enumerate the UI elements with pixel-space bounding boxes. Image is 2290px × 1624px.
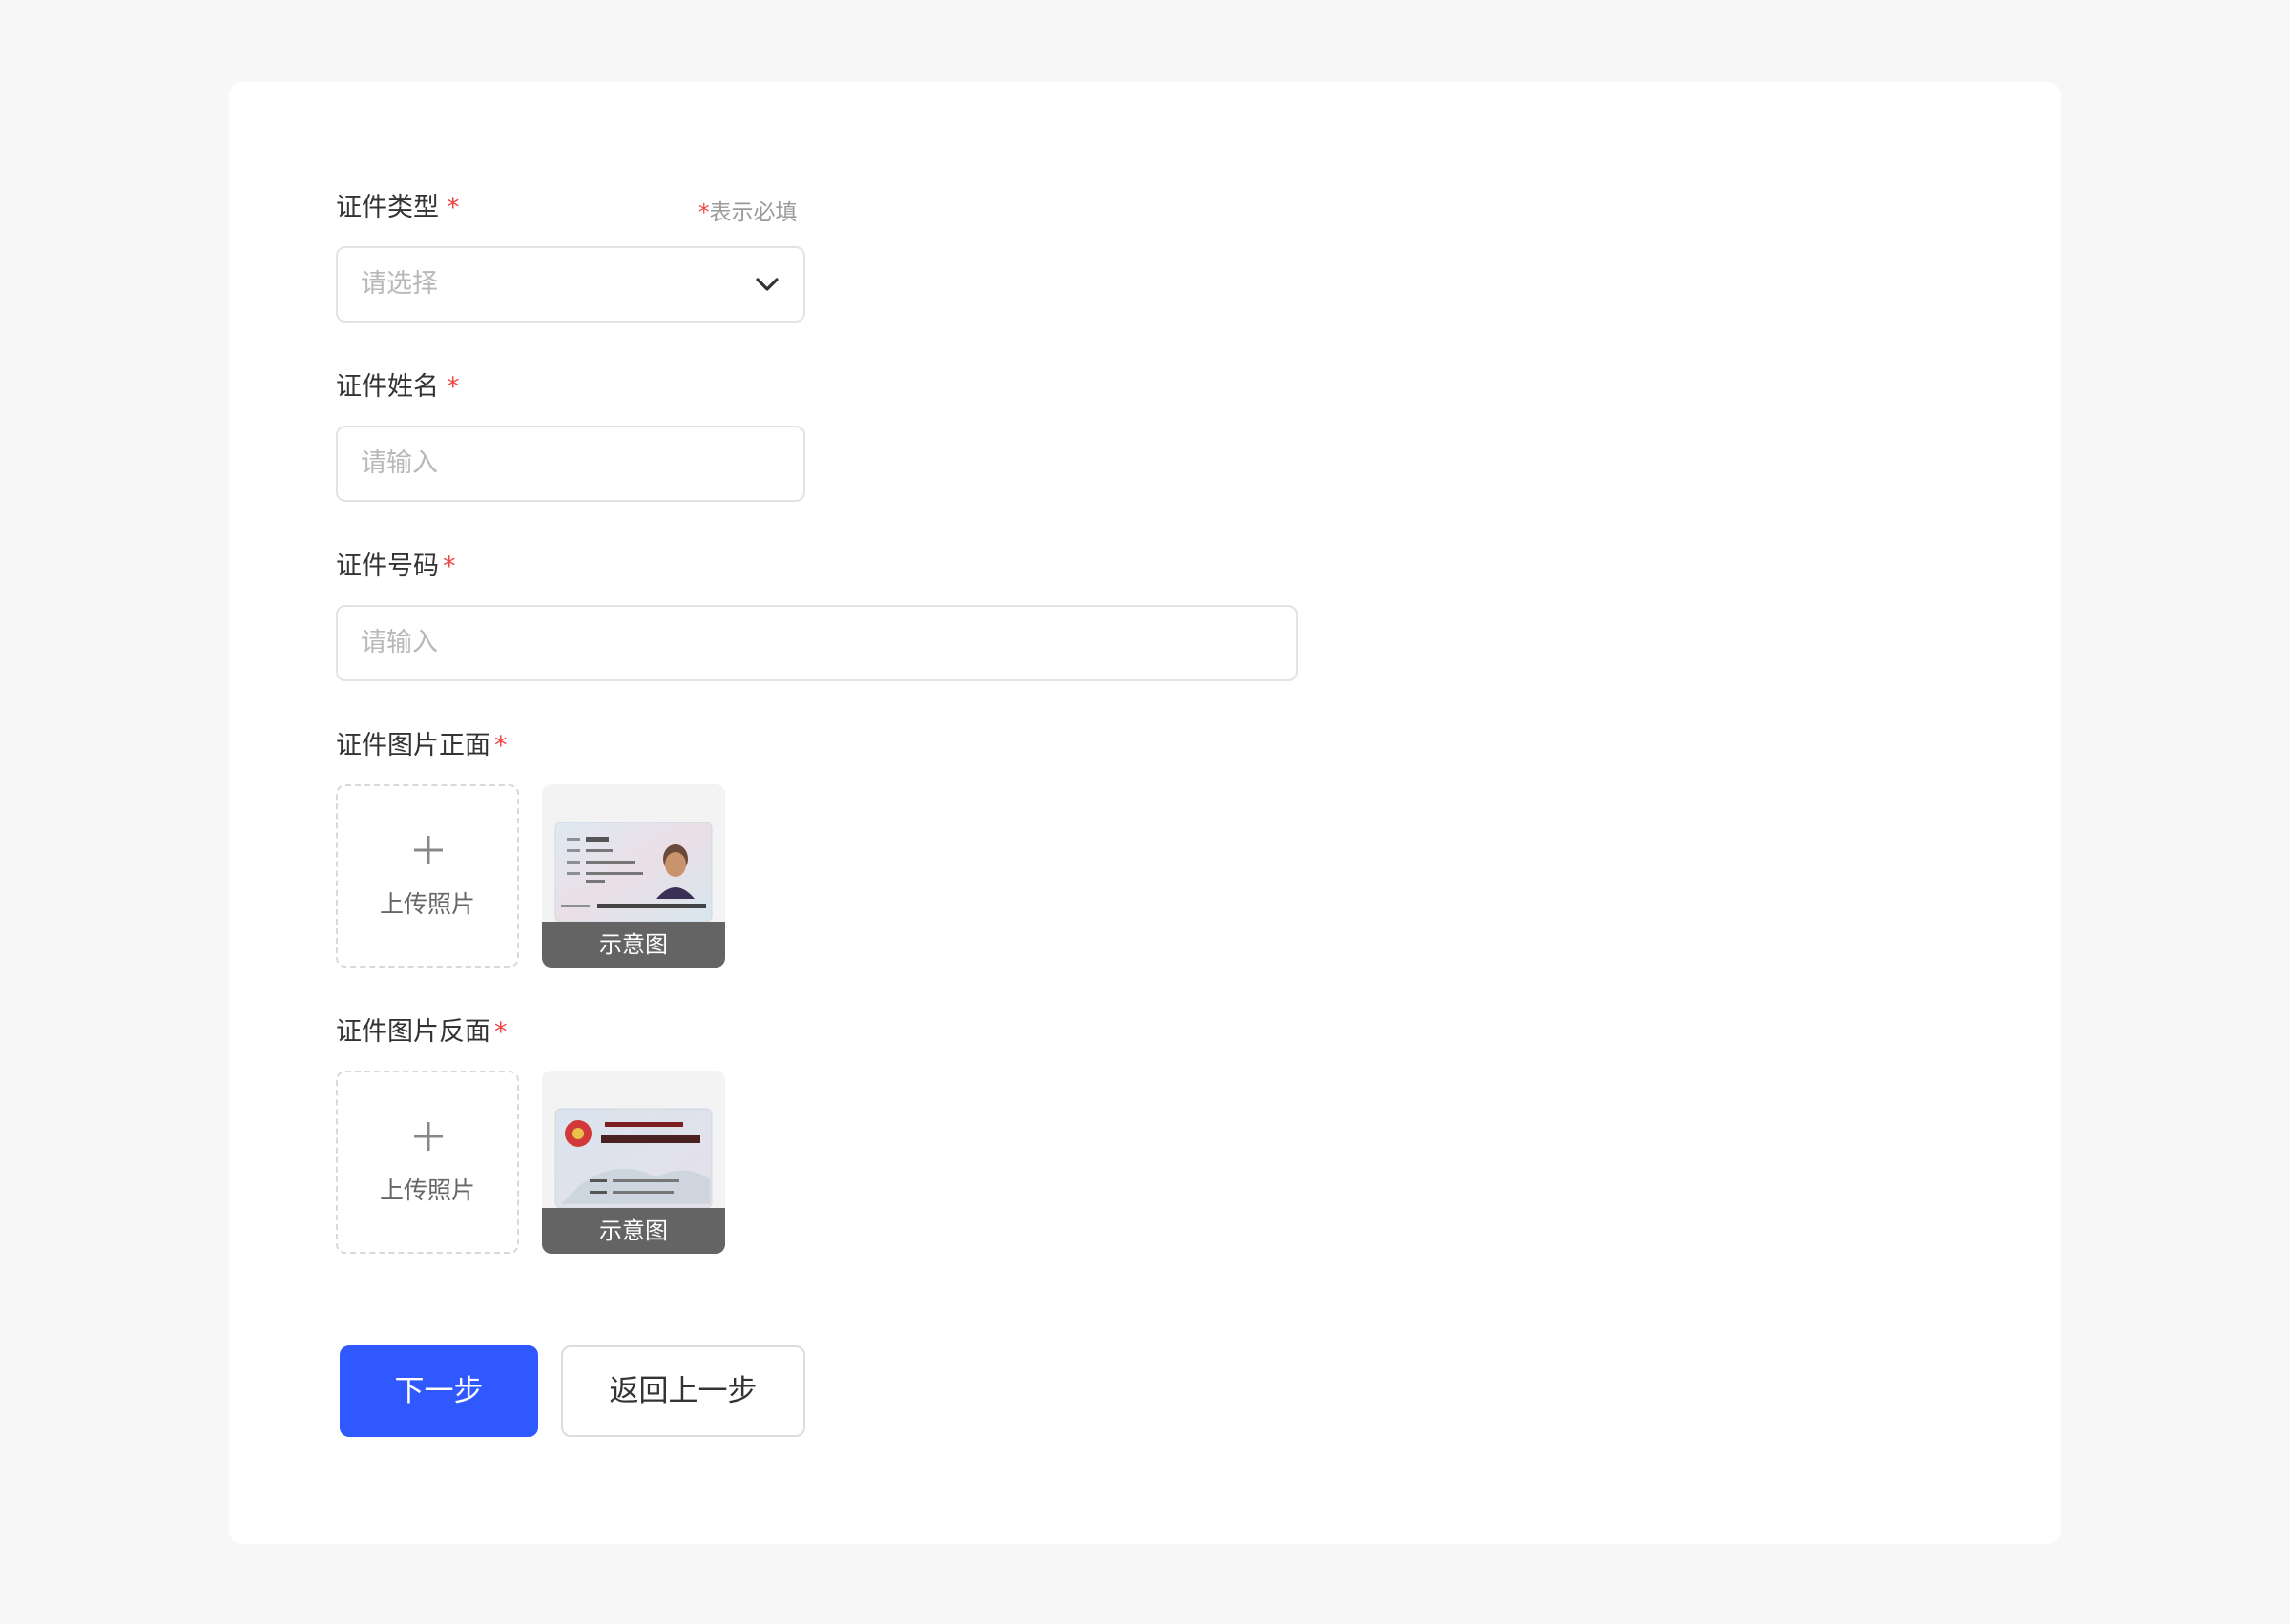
upload-label: 上传照片 (379, 1176, 475, 1204)
front-sample-image[interactable]: 示意图 (542, 784, 725, 968)
front-upload-button[interactable]: 上传照片 (336, 784, 519, 968)
next-button[interactable]: 下一步 (340, 1345, 538, 1437)
required-mark: * (443, 552, 456, 581)
cert-name-input[interactable]: 请输入 (336, 426, 805, 502)
legend-star: * (698, 200, 710, 225)
cert-number-input[interactable]: 请输入 (336, 605, 1298, 681)
required-legend: *表示必填 (698, 198, 798, 227)
required-mark: * (447, 372, 460, 402)
legend-text: 表示必填 (709, 200, 798, 225)
cert-number-label: 证件号码 * (336, 552, 456, 581)
front-photo-label: 证件图片正面 * (336, 731, 508, 760)
sample-caption: 示意图 (542, 922, 725, 968)
back-sample-image[interactable]: 示意图 (542, 1071, 725, 1254)
cert-type-label: 证件类型 * (336, 193, 460, 222)
cert-name-label: 证件姓名 * (336, 372, 460, 402)
form-card: 证件类型 * *表示必填 请选择 证件姓名 * 请输入 证件号码 * 请输入 证件图片… (229, 82, 2061, 1544)
sample-caption: 示意图 (542, 1208, 725, 1254)
back-button[interactable]: 返回上一步 (561, 1345, 805, 1437)
cert-number-placeholder: 请输入 (361, 628, 438, 657)
upload-label: 上传照片 (379, 890, 475, 918)
required-mark: * (494, 1017, 508, 1047)
cert-type-select[interactable]: 请选择 (336, 246, 805, 323)
back-upload-button[interactable]: 上传照片 (336, 1071, 519, 1254)
chevron-down-icon (756, 278, 779, 291)
back-photo-label: 证件图片反面 * (336, 1017, 508, 1047)
required-mark: * (447, 193, 460, 222)
plus-icon (414, 836, 443, 864)
cert-type-placeholder: 请选择 (361, 269, 438, 299)
required-mark: * (494, 731, 508, 760)
cert-name-placeholder: 请输入 (361, 448, 438, 478)
plus-icon (414, 1122, 443, 1151)
